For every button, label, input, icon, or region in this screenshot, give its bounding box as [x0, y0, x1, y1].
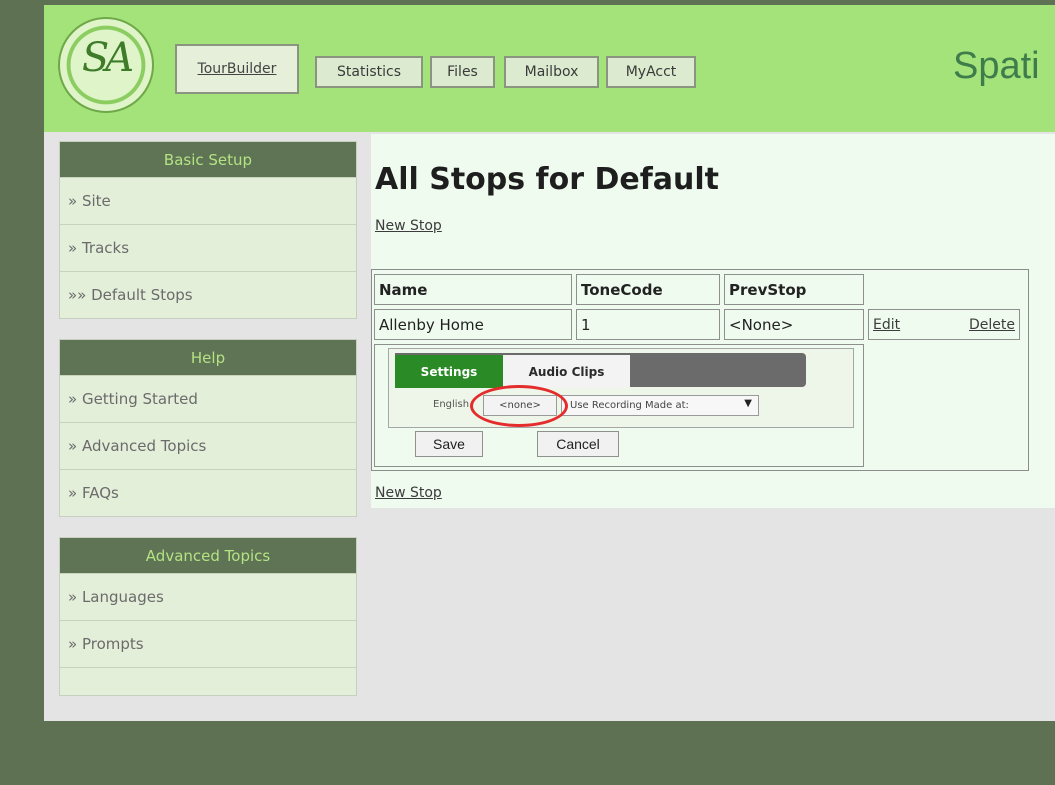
nav-mailbox[interactable]: Mailbox — [504, 56, 599, 88]
new-stop-link-top[interactable]: New Stop — [375, 218, 442, 234]
sidebar-heading-advanced-topics: Advanced Topics — [60, 538, 356, 573]
stop-editor-row: Settings Audio Clips English <none> Use … — [374, 344, 864, 467]
sidebar-item-prompts[interactable]: » Prompts — [60, 620, 356, 667]
sidebar: Basic Setup » Site » Tracks »» Default S… — [59, 141, 357, 716]
outer-frame-left — [0, 0, 44, 785]
recording-select[interactable]: Use Recording Made at: ▼ — [561, 395, 759, 416]
editor-tab-bar: Settings Audio Clips — [395, 353, 806, 388]
language-label: English — [433, 399, 470, 410]
delete-link[interactable]: Delete — [969, 317, 1015, 333]
recording-select-label: Use Recording Made at: — [570, 400, 689, 411]
nav-statistics[interactable]: Statistics — [315, 56, 423, 88]
logo: SA — [58, 17, 154, 113]
stops-table: Name ToneCode PrevStop Allenby Home 1 <N… — [371, 269, 1029, 471]
table-cell-name: Allenby Home — [374, 309, 572, 340]
brand-title: Spati — [953, 45, 1040, 87]
table-cell-prevstop: <None> — [724, 309, 864, 340]
tab-audio-clips[interactable]: Audio Clips — [503, 355, 630, 388]
sidebar-spacer — [60, 667, 356, 695]
sidebar-item-languages[interactable]: » Languages — [60, 573, 356, 620]
main-content: All Stops for Default New Stop Name Tone… — [371, 134, 1055, 508]
tab-settings[interactable]: Settings — [395, 355, 503, 388]
sidebar-item-faqs[interactable]: » FAQs — [60, 469, 356, 516]
sidebar-group-advanced-topics: Advanced Topics » Languages » Prompts — [59, 537, 357, 696]
nav-files[interactable]: Files — [430, 56, 495, 88]
table-cell-actions: Edit Delete — [868, 309, 1020, 340]
table-header-prevstop: PrevStop — [724, 274, 864, 305]
sidebar-item-site[interactable]: » Site — [60, 177, 356, 224]
table-cell-tonecode: 1 — [576, 309, 720, 340]
header-bar: SA TourBuilder Statistics Files Mailbox … — [44, 5, 1055, 132]
logo-text: SA — [81, 35, 134, 81]
cancel-button[interactable]: Cancel — [537, 431, 619, 457]
save-button[interactable]: Save — [415, 431, 483, 457]
sidebar-group-help: Help » Getting Started » Advanced Topics… — [59, 339, 357, 517]
stop-editor-panel: Settings Audio Clips English <none> Use … — [388, 348, 854, 428]
sidebar-item-getting-started[interactable]: » Getting Started — [60, 375, 356, 422]
sidebar-item-tracks[interactable]: » Tracks — [60, 224, 356, 271]
sidebar-item-advanced-topics[interactable]: » Advanced Topics — [60, 422, 356, 469]
nav-myacct[interactable]: MyAcct — [606, 56, 696, 88]
sidebar-heading-help: Help — [60, 340, 356, 375]
edit-link[interactable]: Edit — [873, 317, 900, 333]
sidebar-item-default-stops[interactable]: »» Default Stops — [60, 271, 356, 318]
dropdown-arrow-icon: ▼ — [744, 398, 752, 409]
page-title: All Stops for Default — [375, 162, 719, 197]
red-highlight-circle — [470, 385, 568, 427]
sidebar-heading-basic-setup: Basic Setup — [60, 142, 356, 177]
new-stop-link-bottom[interactable]: New Stop — [375, 485, 442, 501]
nav-tourbuilder[interactable]: TourBuilder — [175, 44, 299, 94]
sidebar-group-basic-setup: Basic Setup » Site » Tracks »» Default S… — [59, 141, 357, 319]
page-container: SA TourBuilder Statistics Files Mailbox … — [44, 5, 1055, 721]
table-header-name: Name — [374, 274, 572, 305]
footer-band — [44, 721, 1055, 785]
table-header-tonecode: ToneCode — [576, 274, 720, 305]
